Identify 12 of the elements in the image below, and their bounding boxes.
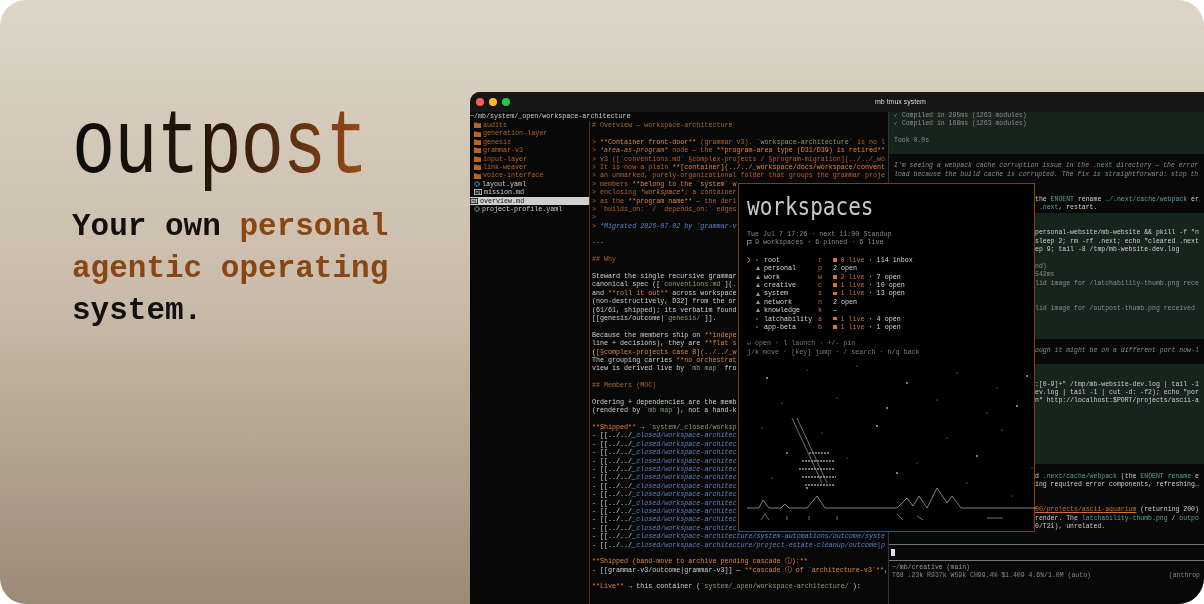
tagline-text: Your own personal <box>72 208 389 246</box>
prompt-input[interactable] <box>889 543 1204 561</box>
gear-icon <box>474 206 480 213</box>
minimize-button[interactable] <box>489 98 497 106</box>
close-button[interactable] <box>476 98 484 106</box>
maximize-button[interactable] <box>502 98 510 106</box>
flag-icon <box>747 239 752 246</box>
gear-icon <box>474 180 480 187</box>
workspaces-logo: workspaces <box>747 192 874 221</box>
cursor-icon <box>891 548 895 556</box>
tagline-text: agentic operating <box>72 250 389 288</box>
tagline-text: system. <box>72 292 203 330</box>
